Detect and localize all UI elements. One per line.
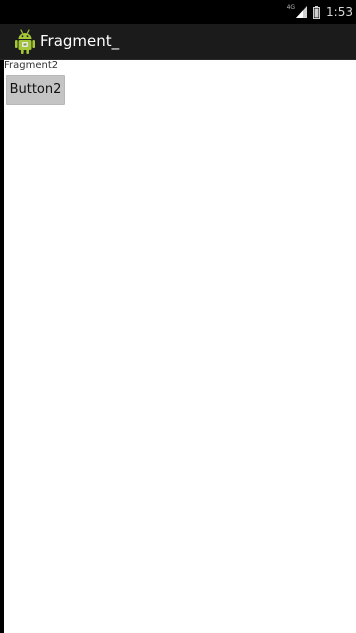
action-bar: Fragment_	[0, 24, 356, 60]
status-bar: 4G 1:53	[0, 0, 356, 24]
battery-icon	[313, 5, 321, 19]
network-type-label: 4G	[286, 4, 296, 11]
android-robot-icon	[15, 29, 35, 54]
signal-bars-icon	[296, 6, 308, 18]
fragment-container: Fragment2 Button2	[4, 60, 356, 633]
app-title: Fragment_	[40, 32, 120, 50]
status-clock: 1:53	[326, 5, 353, 19]
status-indicators: 4G 1:53	[287, 0, 353, 24]
app-screen: 4G 1:53 Fragment_ Fragment2 Button2	[0, 0, 356, 633]
fragment-button[interactable]: Button2	[6, 75, 65, 105]
fragment-label: Fragment2	[4, 60, 59, 71]
